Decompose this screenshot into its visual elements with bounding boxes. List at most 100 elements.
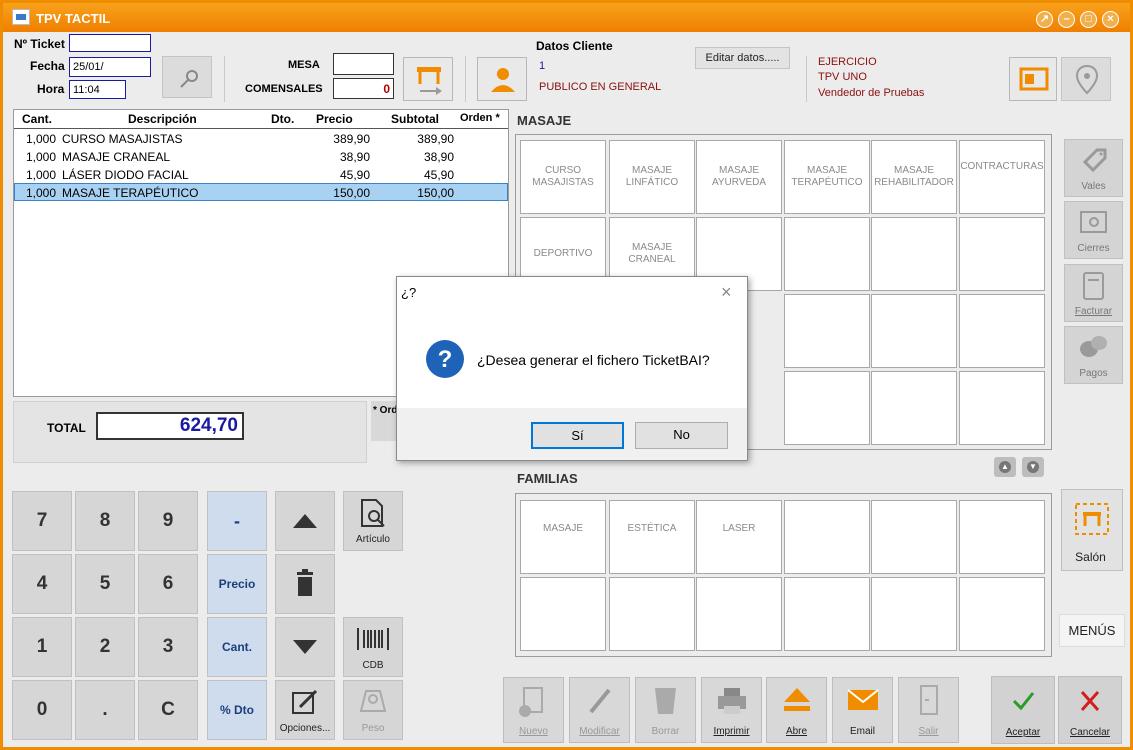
col-dto[interactable]: Dto.: [271, 112, 294, 126]
table-row[interactable]: 1,000 CURSO MASAJISTAS 389,90 389,90: [14, 130, 508, 148]
maximize-button[interactable]: □: [1080, 11, 1097, 28]
client-button[interactable]: [477, 57, 527, 101]
key-clear[interactable]: C: [138, 680, 198, 740]
no-button[interactable]: No: [635, 422, 728, 449]
close-button[interactable]: ×: [1102, 11, 1119, 28]
comensales-field[interactable]: 0: [333, 78, 394, 99]
product-button-empty[interactable]: [959, 371, 1045, 445]
key-precio[interactable]: Precio: [207, 554, 267, 614]
salon-button[interactable]: Salón: [1061, 489, 1123, 571]
nuevo-button[interactable]: Nuevo: [503, 677, 564, 743]
product-button[interactable]: CURSO MASAJISTAS: [520, 140, 606, 214]
key-9[interactable]: 9: [138, 491, 198, 551]
mesa-field[interactable]: [333, 53, 394, 75]
salir-button[interactable]: Salir: [898, 677, 959, 743]
key-7[interactable]: 7: [12, 491, 72, 551]
product-button[interactable]: MASAJE TERAPÉUTICO: [784, 140, 870, 214]
table-row[interactable]: 1,000 LÁSER DIODO FACIAL 45,90 45,90: [14, 166, 508, 184]
delete-line-button[interactable]: [275, 554, 335, 614]
abre-button[interactable]: Abre: [766, 677, 827, 743]
key-3[interactable]: 3: [138, 617, 198, 677]
ticket-number-field[interactable]: [69, 34, 151, 52]
id-card-button[interactable]: [1009, 57, 1057, 101]
move-down-button[interactable]: [275, 617, 335, 677]
opciones-button[interactable]: Opciones...: [275, 680, 335, 740]
borrar-button[interactable]: Borrar: [635, 677, 696, 743]
product-button[interactable]: MASAJE LINFÁTICO: [609, 140, 695, 214]
product-button[interactable]: MASAJE REHABILITADOR: [871, 140, 957, 214]
product-button[interactable]: CONTRACTURAS: [959, 140, 1045, 214]
key-4[interactable]: 4: [12, 554, 72, 614]
key-minus[interactable]: -: [207, 491, 267, 551]
ticketbai-dialog: ¿? × ? ¿Desea generar el fichero TicketB…: [396, 276, 748, 461]
pin-icon[interactable]: ↗: [1036, 11, 1053, 28]
cancelar-button[interactable]: Cancelar: [1058, 676, 1122, 744]
col-cant[interactable]: Cant.: [22, 112, 52, 126]
cancelar-label: Cancelar: [1069, 727, 1111, 738]
familia-button-empty[interactable]: [520, 577, 606, 651]
vales-button[interactable]: Vales: [1064, 139, 1123, 197]
col-subtotal[interactable]: Subtotal: [391, 112, 439, 126]
scroll-up-button[interactable]: ▲: [994, 457, 1016, 477]
facturar-button[interactable]: Facturar: [1064, 264, 1123, 322]
scroll-down-button[interactable]: ▼: [1022, 457, 1044, 477]
familia-button-empty[interactable]: [959, 500, 1045, 574]
modificar-button[interactable]: Modificar: [569, 677, 630, 743]
key-6[interactable]: 6: [138, 554, 198, 614]
familia-button-empty[interactable]: [696, 577, 782, 651]
move-up-button[interactable]: [275, 491, 335, 551]
familia-button-empty[interactable]: [784, 500, 870, 574]
familia-button-empty[interactable]: [609, 577, 695, 651]
location-button[interactable]: [1061, 57, 1111, 101]
familia-button-empty[interactable]: [784, 577, 870, 651]
familia-button-empty[interactable]: [871, 577, 957, 651]
articulo-button[interactable]: Artículo: [343, 491, 403, 551]
col-precio[interactable]: Precio: [316, 112, 353, 126]
familia-button[interactable]: ESTÉTICA: [609, 500, 695, 574]
product-button[interactable]: MASAJE AYURVEDA: [696, 140, 782, 214]
menus-button[interactable]: MENÚS: [1059, 614, 1125, 647]
hora-field[interactable]: 11:04: [69, 80, 126, 99]
col-orden[interactable]: Orden *: [460, 112, 500, 124]
edit-client-button[interactable]: Editar datos.....: [695, 47, 790, 69]
product-button-empty[interactable]: [784, 371, 870, 445]
product-button-empty[interactable]: [784, 294, 870, 368]
imprimir-button[interactable]: Imprimir: [701, 677, 762, 743]
cierres-button[interactable]: Cierres: [1064, 201, 1123, 259]
cdb-button[interactable]: CDB: [343, 617, 403, 677]
table-row[interactable]: 1,000 MASAJE CRANEAL 38,90 38,90: [14, 148, 508, 166]
yes-button[interactable]: Sí: [531, 422, 624, 449]
minimize-button[interactable]: –: [1058, 11, 1075, 28]
separator: [806, 56, 807, 102]
product-button-empty[interactable]: [959, 217, 1045, 291]
familia-button[interactable]: MASAJE: [520, 500, 606, 574]
peso-button[interactable]: Peso: [343, 680, 403, 740]
product-button-empty[interactable]: [784, 217, 870, 291]
key-2[interactable]: 2: [75, 617, 135, 677]
key-0[interactable]: 0: [12, 680, 72, 740]
fecha-field[interactable]: 25/01/: [69, 57, 151, 77]
key-8[interactable]: 8: [75, 491, 135, 551]
product-button-empty[interactable]: [959, 294, 1045, 368]
cliente-header: Datos Cliente: [536, 39, 613, 53]
product-button-empty[interactable]: [871, 217, 957, 291]
col-descripcion[interactable]: Descripción: [128, 112, 197, 126]
key-dot[interactable]: .: [75, 680, 135, 740]
pagos-button[interactable]: Pagos: [1064, 326, 1123, 384]
key-1[interactable]: 1: [12, 617, 72, 677]
key-button[interactable]: [162, 56, 212, 98]
familia-button[interactable]: LASER: [696, 500, 782, 574]
dialog-close-icon[interactable]: ×: [721, 282, 732, 303]
key-5[interactable]: 5: [75, 554, 135, 614]
familia-button-empty[interactable]: [871, 500, 957, 574]
product-button-empty[interactable]: [871, 294, 957, 368]
product-button-empty[interactable]: [871, 371, 957, 445]
barcode-icon: [357, 628, 389, 650]
email-button[interactable]: Email: [832, 677, 893, 743]
key-dto[interactable]: % Dto: [207, 680, 267, 740]
aceptar-button[interactable]: Aceptar: [991, 676, 1055, 744]
familia-button-empty[interactable]: [959, 577, 1045, 651]
table-row-selected[interactable]: 1,000 MASAJE TERAPÉUTICO 150,00 150,00: [14, 183, 508, 201]
key-cant[interactable]: Cant.: [207, 617, 267, 677]
mesa-transfer-button[interactable]: [403, 57, 453, 101]
